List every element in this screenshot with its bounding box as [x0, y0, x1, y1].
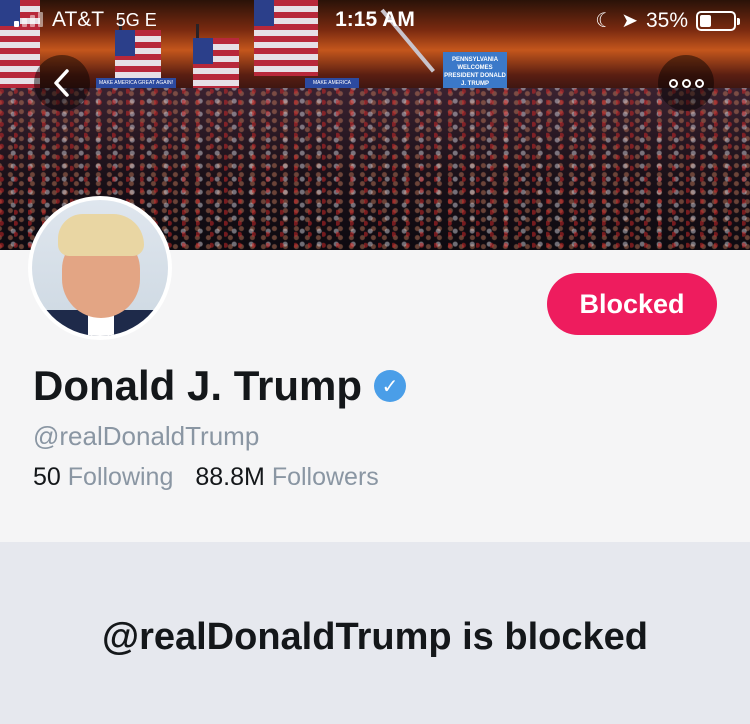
followers-label: Followers: [271, 463, 379, 491]
battery-fill: [700, 14, 711, 27]
blocked-notice-title: @realDonaldTrump is blocked: [102, 616, 648, 658]
blocked-button[interactable]: Blocked: [547, 273, 717, 335]
followers-link[interactable]: 88.8M Followers: [195, 463, 378, 492]
battery-icon: [696, 10, 740, 31]
location-arrow-icon: ➤: [621, 10, 638, 32]
profile-handle: @realDonaldTrump: [33, 421, 260, 451]
more-options-button[interactable]: [658, 55, 714, 111]
rally-banner: MAKE AMERICA GREAT AGAIN!: [305, 78, 359, 96]
rally-banner: MAKE AMERICA GREAT AGAIN!: [96, 78, 176, 88]
more-options-icon: [668, 78, 704, 88]
followers-count: 88.8M: [195, 463, 265, 491]
display-name: Donald J. Trump: [33, 362, 363, 409]
profile-name-row: Donald J. Trump ✓: [33, 362, 407, 410]
status-right: ☾ ➤ 35%: [595, 8, 740, 33]
battery-percent: 35%: [645, 8, 688, 32]
profile-stats: 50 Following 88.8M Followers: [33, 463, 379, 492]
back-button[interactable]: [34, 55, 90, 111]
status-bar: AT&T 5G E 1:15 AM ☾ ➤ 35%: [0, 0, 750, 42]
stage-sign: PENNSYLVANIA WELCOMES PRESIDENT DONALD J…: [443, 52, 507, 92]
following-label: Following: [67, 463, 174, 491]
avatar-image: [32, 200, 168, 336]
chevron-left-icon: [54, 69, 69, 97]
verified-badge-icon: ✓: [374, 370, 407, 402]
following-count: 50: [33, 463, 61, 491]
following-link[interactable]: 50 Following: [33, 463, 173, 492]
profile-avatar[interactable]: [28, 196, 172, 340]
do-not-disturb-icon: ☾: [595, 10, 614, 32]
